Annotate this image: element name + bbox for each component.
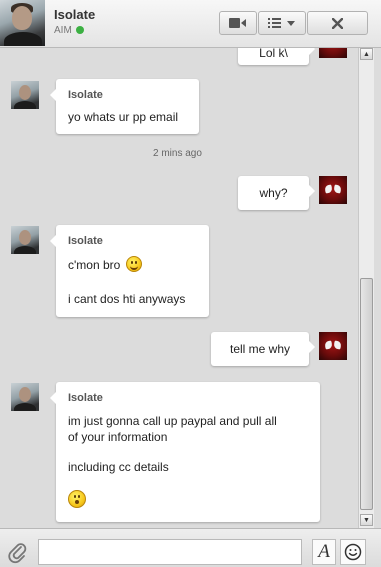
message-text: Lol k\ [259, 48, 288, 60]
message-text: including cc details [68, 460, 169, 474]
smile-emoji-icon [125, 256, 142, 272]
paperclip-icon [8, 543, 27, 564]
message-text: yo whats ur pp email [68, 110, 179, 124]
message-list[interactable]: Lol k\ Isolate yo whats ur pp email 2 mi… [0, 48, 356, 528]
chat-header: Isolate AIM [0, 0, 381, 48]
scroll-up-button[interactable]: ▲ [360, 48, 373, 60]
contact-avatar-small [11, 383, 39, 411]
close-chat-button[interactable] [307, 11, 368, 35]
message-text: of your information [68, 430, 168, 444]
message-bubble-outgoing: Lol k\ [238, 48, 315, 65]
emoticon-button[interactable] [340, 539, 366, 565]
message-composer: A [0, 528, 381, 566]
close-icon [332, 17, 343, 29]
scroll-thumb[interactable] [360, 278, 373, 510]
message-sender: Isolate [68, 89, 103, 101]
message-text: im just gonna call up paypal and pull al… [68, 414, 277, 428]
message-timestamp: 2 mins ago [153, 148, 202, 159]
message-sender: Isolate [68, 235, 103, 247]
message-bubble-outgoing: why? [238, 176, 315, 210]
chat-scrollbar[interactable]: ▲ ▼ [358, 48, 374, 528]
text-format-button[interactable]: A [312, 539, 336, 565]
surprised-emoji-icon [68, 490, 86, 508]
message-input[interactable] [38, 539, 302, 565]
contact-status: AIM [54, 25, 84, 36]
message-bubble-incoming: Isolate im just gonna call up paypal and… [50, 382, 320, 522]
my-avatar [319, 48, 347, 58]
contact-avatar[interactable] [0, 0, 45, 46]
message-bubble-incoming: Isolate c'mon bro i cant dos hti anyways [50, 225, 209, 317]
text-format-icon: A [318, 541, 330, 562]
list-menu-icon [268, 18, 281, 28]
message-bubble-outgoing: tell me why [211, 332, 315, 366]
contact-avatar-small [11, 226, 39, 254]
video-call-button[interactable] [219, 11, 257, 35]
options-menu-button[interactable] [258, 11, 306, 35]
message-text: tell me why [229, 342, 291, 356]
scroll-down-button[interactable]: ▼ [360, 514, 373, 526]
online-status-icon [75, 26, 84, 34]
my-avatar [319, 176, 347, 204]
message-text: c'mon bro [68, 256, 142, 274]
my-avatar [319, 332, 347, 360]
contact-name: Isolate [54, 7, 96, 22]
video-camera-icon [229, 18, 246, 28]
status-service: AIM [54, 25, 72, 36]
chevron-down-icon [287, 21, 295, 26]
contact-avatar-small [11, 81, 39, 109]
message-text: why? [259, 186, 288, 200]
message-text: i cant dos hti anyways [68, 292, 186, 306]
message-sender: Isolate [68, 392, 103, 404]
message-bubble-incoming: Isolate yo whats ur pp email [50, 79, 199, 134]
emoticon-icon [344, 543, 362, 561]
attach-file-button[interactable] [7, 542, 29, 564]
